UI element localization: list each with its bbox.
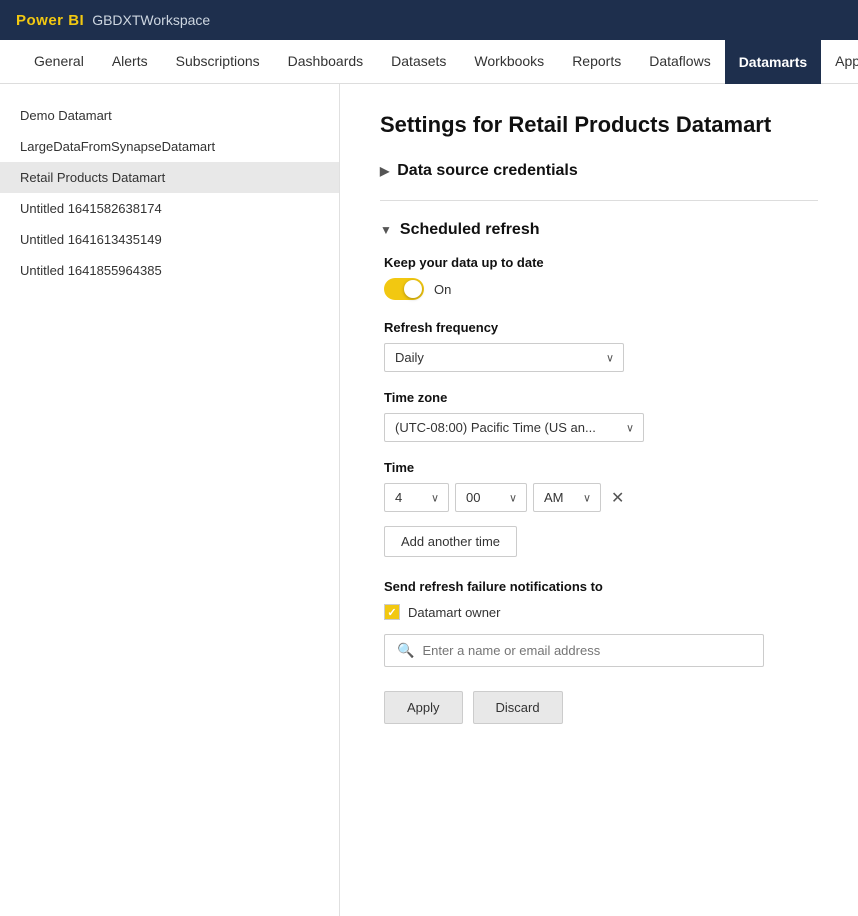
checkbox-row: ✓ Datamart owner (384, 604, 818, 620)
data-source-label: Data source credentials (397, 162, 578, 180)
timezone-label: Time zone (384, 390, 818, 405)
tab-reports[interactable]: Reports (558, 40, 635, 84)
tab-subscriptions[interactable]: Subscriptions (162, 40, 274, 84)
time-hour-select[interactable]: 4 123 567 8910 1112 (384, 483, 449, 512)
content-area: Settings for Retail Products Datamart ▶ … (340, 84, 858, 916)
hour-wrapper: 4 123 567 8910 1112 (384, 483, 449, 512)
checkbox-datamart-owner[interactable]: ✓ (384, 604, 400, 620)
time-label: Time (384, 460, 818, 475)
workspace-name: GBDXTWorkspace (92, 12, 210, 28)
sidebar-item-untitled-1[interactable]: Untitled 1641582638174 (0, 193, 339, 224)
refresh-frequency-select[interactable]: Daily Weekly (384, 343, 624, 372)
sidebar-item-untitled-3[interactable]: Untitled 1641855964385 (0, 255, 339, 286)
scheduled-refresh-arrow-icon: ▼ (380, 223, 392, 237)
section-divider (380, 200, 818, 201)
minute-wrapper: 00 153045 (455, 483, 527, 512)
tab-workbooks[interactable]: Workbooks (460, 40, 558, 84)
tab-alerts[interactable]: Alerts (98, 40, 162, 84)
sidebar-item-retail-products[interactable]: Retail Products Datamart (0, 162, 339, 193)
tab-general[interactable]: General (20, 40, 98, 84)
notification-label: Send refresh failure notifications to (384, 579, 818, 594)
apply-button[interactable]: Apply (384, 691, 463, 724)
ampm-wrapper: AM PM (533, 483, 601, 512)
time-minute-select[interactable]: 00 153045 (455, 483, 527, 512)
discard-button[interactable]: Discard (473, 691, 563, 724)
logo-bi: BI (68, 12, 84, 29)
action-row: Apply Discard (384, 691, 818, 724)
tab-dataflows[interactable]: Dataflows (635, 40, 724, 84)
keep-data-label: Keep your data up to date (384, 255, 818, 270)
checkbox-label: Datamart owner (408, 605, 500, 620)
tab-dashboards[interactable]: Dashboards (274, 40, 378, 84)
refresh-frequency-wrapper: Daily Weekly (384, 343, 624, 372)
toggle-row: On (384, 278, 818, 300)
scheduled-refresh-section-header[interactable]: ▼ Scheduled refresh (380, 221, 818, 239)
toggle-label: On (434, 282, 451, 297)
tab-datasets[interactable]: Datasets (377, 40, 460, 84)
toggle-switch[interactable] (384, 278, 424, 300)
sidebar: Demo Datamart LargeDataFromSynapseDatama… (0, 84, 340, 916)
search-icon: 🔍 (397, 642, 414, 659)
logo-power: Power (16, 12, 64, 29)
toggle-knob (404, 280, 422, 298)
tab-bar: General Alerts Subscriptions Dashboards … (0, 40, 858, 84)
email-input[interactable] (422, 643, 751, 658)
sidebar-item-demo-datamart[interactable]: Demo Datamart (0, 100, 339, 131)
email-input-wrapper[interactable]: 🔍 (384, 634, 764, 667)
refresh-content: Keep your data up to date On Refresh fre… (380, 255, 818, 724)
sidebar-item-untitled-2[interactable]: Untitled 1641613435149 (0, 224, 339, 255)
add-another-time-button[interactable]: Add another time (384, 526, 517, 557)
refresh-frequency-label: Refresh frequency (384, 320, 818, 335)
time-ampm-select[interactable]: AM PM (533, 483, 601, 512)
tab-app[interactable]: App (821, 40, 858, 84)
timezone-select[interactable]: (UTC-08:00) Pacific Time (US an... (384, 413, 644, 442)
time-row: 4 123 567 8910 1112 00 153045 AM (384, 483, 818, 512)
app-logo: Power BI (16, 12, 84, 29)
scheduled-refresh-label: Scheduled refresh (400, 221, 540, 239)
sidebar-item-large-data[interactable]: LargeDataFromSynapseDatamart (0, 131, 339, 162)
main-layout: Demo Datamart LargeDataFromSynapseDatama… (0, 84, 858, 916)
checkmark-icon: ✓ (387, 606, 396, 619)
time-remove-icon[interactable]: ✕ (607, 484, 628, 512)
data-source-section-header[interactable]: ▶ Data source credentials (380, 162, 818, 180)
topbar: Power BI GBDXTWorkspace (0, 0, 858, 40)
tab-datamarts[interactable]: Datamarts (725, 40, 821, 84)
data-source-arrow-icon: ▶ (380, 164, 389, 178)
page-title: Settings for Retail Products Datamart (380, 112, 818, 138)
timezone-wrapper: (UTC-08:00) Pacific Time (US an... (384, 413, 644, 442)
